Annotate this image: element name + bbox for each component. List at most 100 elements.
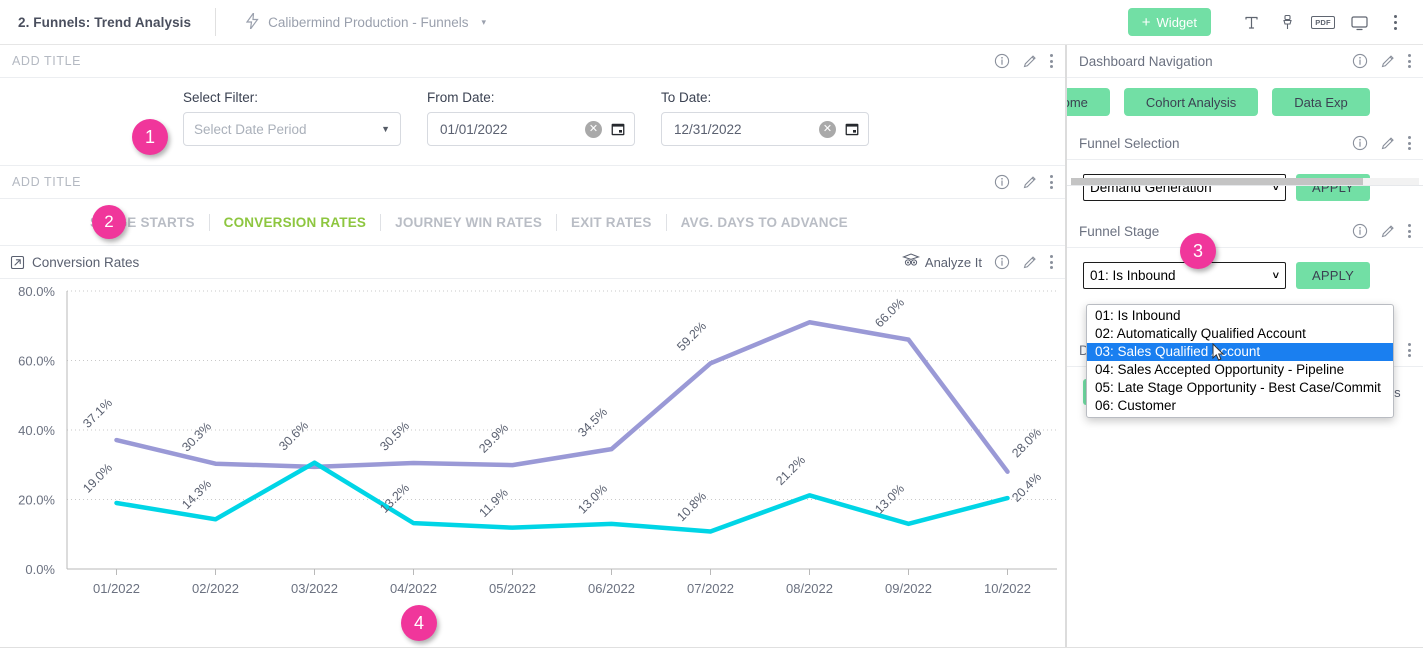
x-axis-tick: 09/2022 <box>885 581 932 596</box>
x-axis-tick: 02/2022 <box>192 581 239 596</box>
data-label: 11.9% <box>477 486 511 520</box>
x-axis-tick: 06/2022 <box>588 581 635 596</box>
x-axis-tick: 04/2022 <box>390 581 437 596</box>
data-label: 59.2% <box>674 319 709 354</box>
expand-icon[interactable] <box>10 255 25 270</box>
data-label: 37.1% <box>80 396 115 431</box>
calendar-icon[interactable] <box>844 121 860 137</box>
funnel-stage-header: Funnel Stage <box>1067 215 1423 248</box>
tab-journey-win-rates[interactable]: JOURNEY WIN RATES <box>381 215 556 230</box>
funnel-stage-option-01[interactable]: 01: Is Inbound <box>1087 307 1393 325</box>
from-date-label: From Date: <box>427 90 495 105</box>
funnel-stage-option-list[interactable]: 01: Is Inbound 02: Automatically Qualifi… <box>1086 304 1394 418</box>
pencil-icon[interactable] <box>1380 223 1396 239</box>
analyze-it-button[interactable]: Analyze It <box>901 253 982 271</box>
info-icon[interactable] <box>994 254 1010 270</box>
annotation-badge-4: 4 <box>401 605 437 641</box>
nav-horizontal-scrollbar[interactable] <box>1071 178 1419 185</box>
from-date-field: From Date: 01/01/2022 ✕ <box>427 90 635 146</box>
y-axis-tick: 60.0% <box>18 354 55 369</box>
series-line-last-year <box>114 320 1010 474</box>
paintbrush-icon[interactable] <box>1269 4 1305 40</box>
dashboard-navigation-title: Dashboard Navigation <box>1079 53 1213 69</box>
pdf-icon[interactable]: PDF <box>1305 4 1341 40</box>
tab-conversion-rates[interactable]: CONVERSION RATES <box>210 215 380 230</box>
data-label: 14.3% <box>179 477 214 512</box>
conversion-rates-chart: 0.0% 20.0% 40.0% 60.0% 80.0% 01/2022 02/2022 03… <box>0 279 1065 648</box>
clear-icon[interactable]: ✕ <box>585 120 602 138</box>
clear-icon[interactable]: ✕ <box>819 120 836 138</box>
pencil-icon[interactable] <box>1022 174 1038 190</box>
data-label: 30.6% <box>276 418 311 453</box>
filter-panel-header: ADD TITLE <box>0 45 1065 78</box>
data-source-selector[interactable]: Calibermind Production - Funnels ▾ <box>245 10 486 32</box>
tab-avg-days-to-advance[interactable]: AVG. DAYS TO ADVANCE <box>667 215 862 230</box>
from-date-value: 01/01/2022 <box>440 121 508 137</box>
select-filter-label: Select Filter: <box>183 90 259 105</box>
add-widget-button[interactable]: + Widget <box>1127 8 1211 36</box>
data-label: 29.9% <box>476 421 511 456</box>
from-date-input[interactable]: 01/01/2022 ✕ <box>427 112 635 146</box>
nav-button-funnels-home[interactable]: els Home <box>1067 88 1110 116</box>
page-title: 2. Funnels: Trend Analysis <box>18 14 192 30</box>
info-icon[interactable] <box>1352 53 1368 69</box>
to-date-label: To Date: <box>661 90 712 105</box>
obscured-panel-actions <box>1408 343 1411 357</box>
more-options-icon[interactable] <box>1050 54 1053 68</box>
funnel-stage-option-02[interactable]: 02: Automatically Qualified Account <box>1087 325 1393 343</box>
tabs-panel-header: ADD TITLE <box>0 166 1065 199</box>
plus-icon: + <box>1141 13 1151 31</box>
pencil-icon[interactable] <box>1380 53 1396 69</box>
funnel-stage-controls: 01: Is Inbound ˅ APPLY <box>1067 248 1423 289</box>
toolbar-divider <box>215 8 217 36</box>
select-filter-field: Select Filter: Select Date Period ▼ <box>183 90 401 146</box>
more-options-icon[interactable] <box>1408 343 1411 357</box>
more-options-icon[interactable] <box>1050 255 1053 269</box>
dashboard-root: 2. Funnels: Trend Analysis Calibermind P… <box>0 0 1423 648</box>
x-axis-tick: 03/2022 <box>291 581 338 596</box>
funnel-stage-option-04[interactable]: 04: Sales Accepted Opportunity - Pipelin… <box>1087 361 1393 379</box>
text-icon[interactable] <box>1233 4 1269 40</box>
more-options-icon[interactable] <box>1050 175 1053 189</box>
info-icon[interactable] <box>1352 135 1368 151</box>
nav-button-cohort-analysis[interactable]: Cohort Analysis <box>1123 88 1259 116</box>
pencil-icon[interactable] <box>1380 135 1396 151</box>
analyze-it-label: Analyze It <box>924 254 982 270</box>
select-date-period-dropdown[interactable]: Select Date Period ▼ <box>183 112 401 146</box>
presentation-icon[interactable] <box>1341 4 1377 40</box>
to-date-input[interactable]: 12/31/2022 ✕ <box>661 112 869 146</box>
dashboard-navigation-actions <box>1352 53 1411 69</box>
calendar-icon[interactable] <box>610 121 626 137</box>
info-icon[interactable] <box>994 174 1010 190</box>
dashboard-navigation-header: Dashboard Navigation <box>1067 45 1423 78</box>
funnel-stage-option-05[interactable]: 05: Late Stage Opportunity - Best Case/C… <box>1087 379 1393 397</box>
funnel-selection-title: Funnel Selection <box>1079 135 1180 151</box>
y-axis-tick: 0.0% <box>25 562 55 577</box>
funnel-stage-dropdown[interactable]: 01: Is Inbound ˅ <box>1083 262 1286 289</box>
annotation-badge-2: 2 <box>92 205 126 239</box>
data-label: 20.4% <box>1009 470 1044 505</box>
info-icon[interactable] <box>994 53 1010 69</box>
more-options-icon[interactable] <box>1408 54 1411 68</box>
info-icon[interactable] <box>1352 223 1368 239</box>
pdf-label: PDF <box>1311 15 1335 29</box>
to-date-value: 12/31/2022 <box>674 121 742 137</box>
add-widget-label: Widget <box>1156 14 1197 30</box>
pencil-icon[interactable] <box>1022 254 1038 270</box>
funnel-stage-apply-button[interactable]: APPLY <box>1296 262 1370 289</box>
more-options-icon[interactable] <box>1377 4 1413 40</box>
more-options-icon[interactable] <box>1408 136 1411 150</box>
lightning-bolt-icon <box>245 10 259 32</box>
metric-tab-bar: STAGE STARTS CONVERSION RATES JOURNEY WI… <box>0 199 1065 246</box>
data-label: 34.5% <box>575 405 610 440</box>
tab-exit-rates[interactable]: EXIT RATES <box>557 215 666 230</box>
nav-button-data-explorer[interactable]: Data Exp <box>1272 88 1370 116</box>
funnel-stage-option-03[interactable]: 03: Sales Qualified Account <box>1087 343 1393 361</box>
x-axis-tick: 10/2022 <box>984 581 1031 596</box>
funnel-stage-option-06[interactable]: 06: Customer <box>1087 397 1393 415</box>
pencil-icon[interactable] <box>1022 53 1038 69</box>
to-date-field: To Date: 12/31/2022 ✕ <box>661 90 869 146</box>
more-options-icon[interactable] <box>1408 224 1411 238</box>
y-axis-tick: 80.0% <box>18 284 55 299</box>
annotation-badge-1: 1 <box>132 119 168 155</box>
